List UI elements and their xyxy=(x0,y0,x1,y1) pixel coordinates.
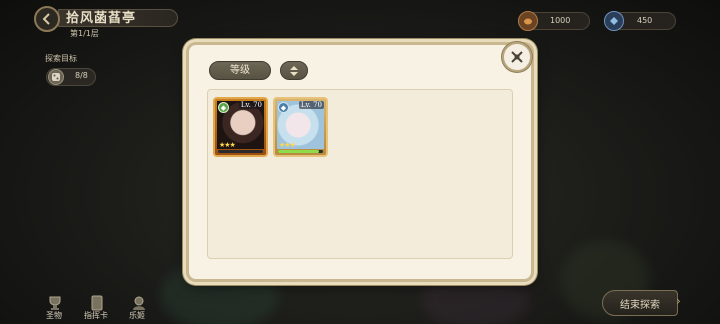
back-arrow-icon xyxy=(42,13,50,25)
dice-icon xyxy=(48,69,64,85)
nav-command-card-label: 指挥卡 xyxy=(84,311,108,320)
page-title: 拾风菡萏亭 xyxy=(66,11,137,26)
goal-value: 8/8 xyxy=(75,71,88,80)
character-card[interactable]: ◆ Lv. 70 ★★★ xyxy=(273,97,328,157)
goal-label: 探索目标 xyxy=(45,54,77,63)
close-icon xyxy=(511,51,523,63)
character-level: Lv. 70 xyxy=(298,101,324,109)
currency-bread-value: 1000 xyxy=(550,16,571,25)
nav-relic-label: 圣物 xyxy=(46,311,62,320)
hp-bar xyxy=(218,150,263,153)
close-button[interactable] xyxy=(502,42,532,72)
hp-bar xyxy=(278,150,323,153)
star-rating: ★★★ xyxy=(279,141,296,149)
sort-order-icon xyxy=(290,65,298,76)
element-icon: ◆ xyxy=(218,102,229,113)
crystal-icon xyxy=(604,11,624,31)
sort-by-level-button[interactable]: 等级 xyxy=(209,61,271,80)
star-rating: ★★★ xyxy=(219,141,236,149)
floor-indicator: 第1/1层 xyxy=(70,29,99,38)
end-explore-label: 结束探索 xyxy=(620,300,660,311)
character-card[interactable]: ◆ Lv. 70 ★★★ xyxy=(213,97,268,157)
bread-icon xyxy=(518,11,538,31)
chevron-right-icon: › xyxy=(676,294,681,308)
element-icon: ◆ xyxy=(278,102,289,113)
sort-order-button[interactable] xyxy=(280,61,308,80)
nav-musician-label: 乐姬 xyxy=(129,311,145,320)
currency-crystal-value: 450 xyxy=(637,16,653,25)
character-level: Lv. 70 xyxy=(238,101,264,109)
back-button[interactable] xyxy=(34,6,60,32)
